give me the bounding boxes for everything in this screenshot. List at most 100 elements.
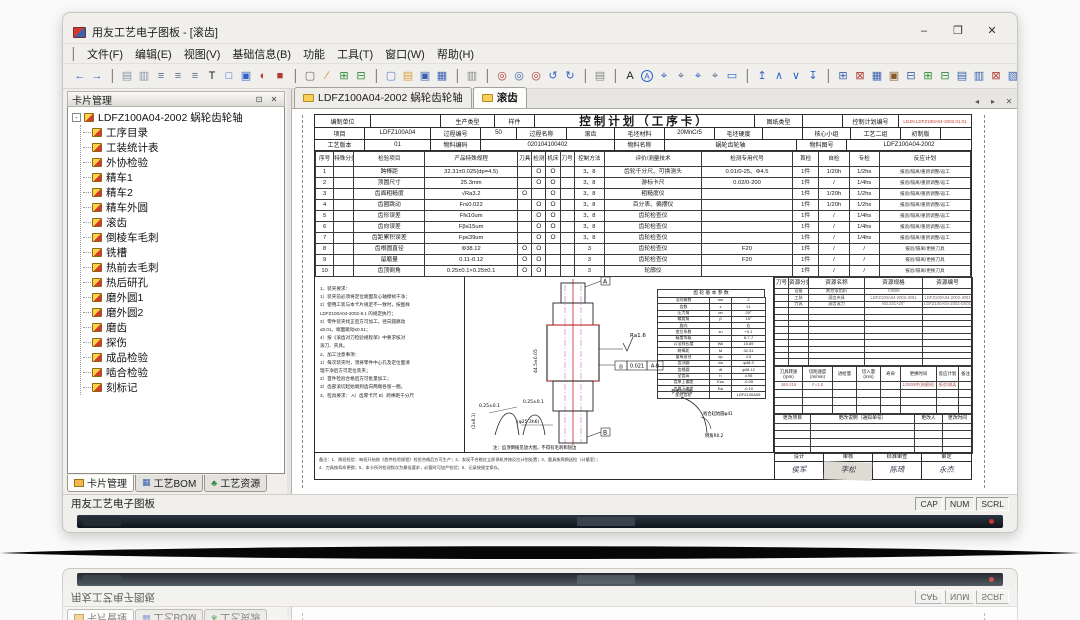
lock-row-icon[interactable]: ▣ [886,68,902,84]
zoom-in-icon[interactable]: ◎ [494,68,510,84]
zoom-out-icon[interactable]: ◎ [528,68,544,84]
document-tab-1[interactable]: 滚齿 [473,87,527,108]
tree-item-17[interactable]: 刻标记 [83,380,284,395]
card-copy-icon[interactable]: ▤ [592,68,608,84]
tree-item-13[interactable]: 磨齿 [83,320,284,335]
tab-close-icon[interactable]: ✕ [1003,97,1015,106]
view-grid-icon[interactable]: ▤ [119,68,135,84]
tree-item-16[interactable]: 啮合检验 [83,365,284,380]
tree-item-0[interactable]: 工序目录 [83,125,284,140]
filled-rect-tool-icon[interactable]: ▣ [238,68,254,84]
redo-icon[interactable]: ↻ [562,68,578,84]
toolbar-group-7: AA⌖⌖⌖⌖▭ [619,68,743,84]
callout-icon[interactable]: ▭ [724,68,740,84]
circle-text-icon[interactable]: A [641,70,653,82]
nav-back-icon[interactable]: ← [72,68,88,84]
tree-item-5[interactable]: 精车外圆 [83,200,284,215]
open-file-icon[interactable]: ▤ [400,68,416,84]
cut-row-icon[interactable]: ⊠ [988,68,1004,84]
document-tab-0[interactable]: LDFZ100A04-2002 蜗轮齿轮轴 [294,87,472,108]
taskbar[interactable] [77,515,1003,528]
text-a-icon[interactable]: A [622,68,638,84]
print-row-icon[interactable]: ▦ [869,68,885,84]
tree-item-label: 倒棱车毛刺 [106,230,159,245]
undo-icon[interactable]: ↺ [545,68,561,84]
delete-row-icon[interactable]: ⊠ [852,68,868,84]
qc-cell: Ff≤10um [425,211,518,222]
menu-item-4[interactable]: 功能 [297,44,331,64]
tree-item-4[interactable]: 精车2 [83,185,284,200]
nav-forward-icon[interactable]: → [89,68,105,84]
tree-item-11[interactable]: 磨外圆1 [83,290,284,305]
panel-tab-2[interactable]: ♣工艺资源 [204,475,267,492]
menu-item-1[interactable]: 编辑(E) [129,44,178,64]
document-canvas[interactable]: 编制单位 生产类型 样件 控制计划（工序卡） 图纸类型 控制计划编号 LDJN.… [292,109,1017,494]
qc-cell [334,222,354,233]
datum-up-icon[interactable]: ⌖ [656,68,672,84]
datum-right-icon[interactable]: ⌖ [707,68,723,84]
tab-prev-icon[interactable]: ◂ [971,97,983,106]
panel-tab-0[interactable]: 卡片管理 [67,475,134,492]
rect-tool-icon[interactable]: □ [221,68,237,84]
import-tool-icon[interactable]: ⊞ [336,68,352,84]
align-right-icon[interactable]: ≡ [187,68,203,84]
tree-item-10[interactable]: 热后研孔 [83,275,284,290]
tree-item-6[interactable]: 滚齿 [83,215,284,230]
view-columns-icon[interactable]: ▥ [136,68,152,84]
tab-next-icon[interactable]: ▸ [987,97,999,106]
tree-root[interactable]: - LDFZ100A04-2002 蜗轮齿轮轴 [72,110,284,125]
menu-item-2[interactable]: 视图(V) [178,44,227,64]
datum-left-icon[interactable]: ⌖ [690,68,706,84]
move-up-icon[interactable]: ∧ [771,68,787,84]
row-append-icon[interactable]: ⊟ [937,68,953,84]
pencil-tool-icon[interactable]: ∕ [319,68,335,84]
print-preview-icon[interactable]: ▥ [464,68,480,84]
menu-item-3[interactable]: 基础信息(B) [226,44,297,64]
tree-item-14[interactable]: 探伤 [83,335,284,350]
move-bottom-icon[interactable]: ↧ [805,68,821,84]
save-all-icon[interactable]: ▦ [434,68,450,84]
cutting-header-cell: 切入量 (mm) [857,366,881,381]
select-tool-icon[interactable]: ▢ [302,68,318,84]
datum-down-icon[interactable]: ⌖ [673,68,689,84]
insert-row-above-icon[interactable]: ⊞ [835,68,851,84]
menu-item-5[interactable]: 工具(T) [331,44,379,64]
tree-item-9[interactable]: 热前去毛刺 [83,260,284,275]
merge-cells-icon[interactable]: ▧ [1005,68,1018,84]
tree-item-8[interactable]: 铣槽 [83,245,284,260]
menu-item-7[interactable]: 帮助(H) [431,44,480,64]
fill-tool-icon[interactable]: ■ [272,68,288,84]
align-center-icon[interactable]: ≡ [170,68,186,84]
panel-pin-icon[interactable]: ⊡ [253,95,265,104]
eraser-tool-icon[interactable]: ◐ [255,68,271,84]
panel-tab-1[interactable]: ▦工艺BOM [135,475,203,492]
paste-row-icon[interactable]: ▥ [971,68,987,84]
save-file-icon[interactable]: ▣ [417,68,433,84]
menu-item-0[interactable]: 文件(F) [81,44,129,64]
copy-row-icon[interactable]: ▤ [954,68,970,84]
export-tool-icon[interactable]: ⊟ [353,68,369,84]
cutting-cell [881,397,901,405]
tree-expander-icon[interactable]: - [72,113,81,122]
tree-item-2[interactable]: 外协检验 [83,155,284,170]
move-top-icon[interactable]: ↥ [754,68,770,84]
tree-item-7[interactable]: 倒棱车毛刺 [83,230,284,245]
row-minus-icon[interactable]: ⊟ [903,68,919,84]
move-down-icon[interactable]: ∨ [788,68,804,84]
menu-item-6[interactable]: 窗口(W) [379,44,431,64]
text-tool-icon[interactable]: T [204,68,220,84]
minimize-button[interactable]: – [909,24,939,40]
tree-item-1[interactable]: 工装统计表 [83,140,284,155]
maximize-button[interactable]: ❐ [943,24,973,40]
close-button[interactable]: ✕ [977,24,1007,40]
panel-close-icon[interactable]: ✕ [268,95,280,104]
tree-item-3[interactable]: 精车1 [83,170,284,185]
document-tabbar: LDFZ100A04-2002 蜗轮齿轮轴滚齿 ◂ ▸ ✕ [292,89,1017,109]
zoom-window-icon[interactable]: ◎ [511,68,527,84]
row-plus-icon[interactable]: ⊞ [920,68,936,84]
align-left-icon[interactable]: ≡ [153,68,169,84]
new-file-icon[interactable]: ▢ [383,68,399,84]
tree-item-15[interactable]: 成品检验 [83,350,284,365]
menubar-grip[interactable] [72,47,76,61]
tree-item-12[interactable]: 磨外圆2 [83,305,284,320]
